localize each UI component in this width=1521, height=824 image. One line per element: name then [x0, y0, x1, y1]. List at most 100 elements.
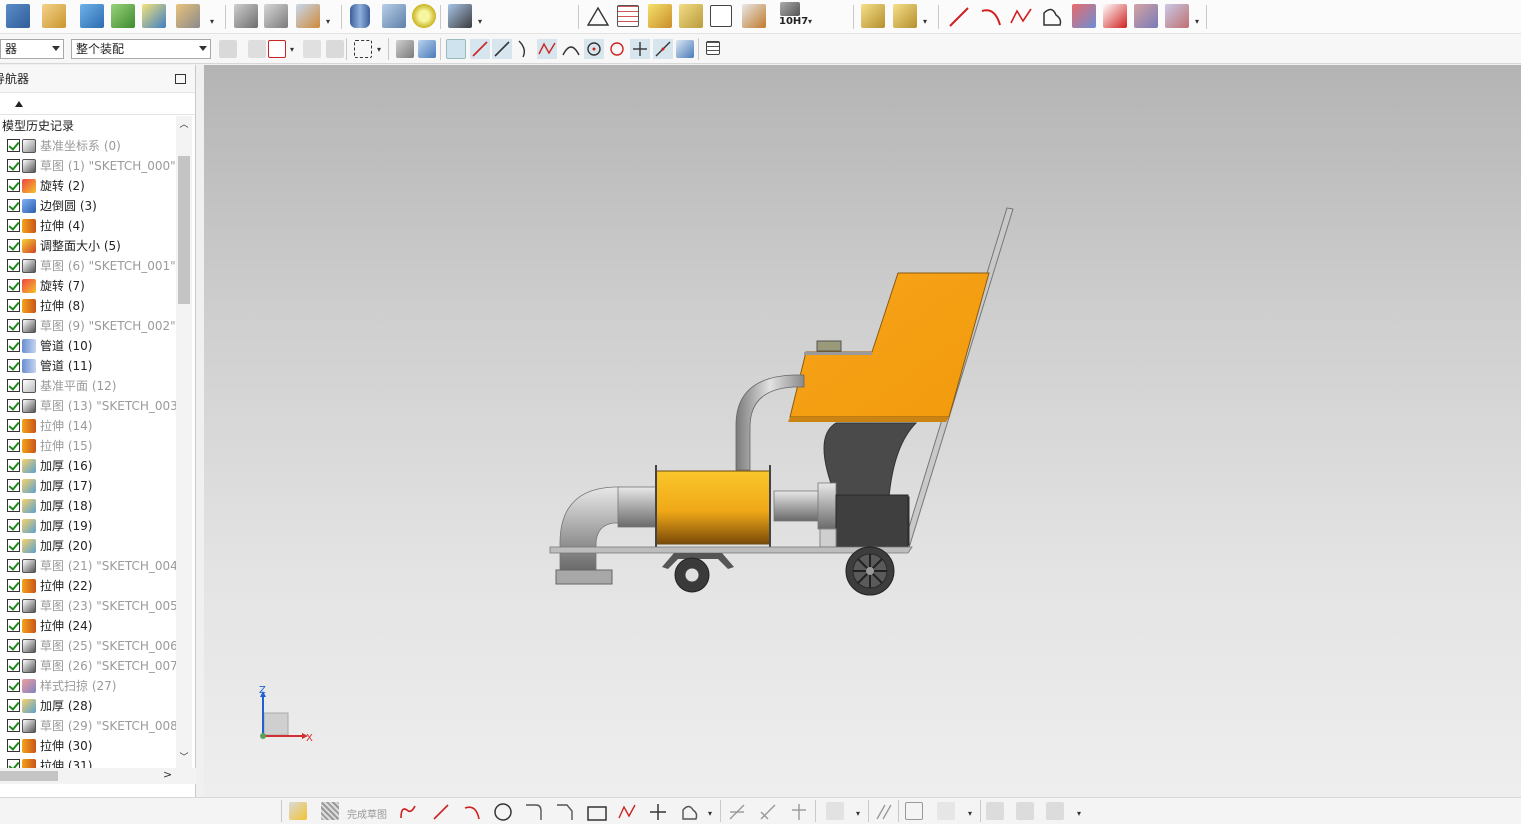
tree-row[interactable]: 拉伸 (15): [0, 436, 176, 456]
type-filter-select[interactable]: 器: [0, 39, 64, 59]
visibility-checkbox[interactable]: [7, 319, 20, 332]
triangle-icon[interactable]: [587, 6, 609, 26]
snap-intersection-icon[interactable]: [561, 39, 581, 59]
sketch-circle-icon[interactable]: [493, 802, 513, 822]
tree-row[interactable]: 调整面大小 (5): [0, 236, 176, 256]
tree-row[interactable]: 草图 (26) "SKETCH_007": [0, 656, 176, 676]
visibility-checkbox[interactable]: [7, 599, 20, 612]
visibility-checkbox[interactable]: [7, 759, 20, 768]
visibility-checkbox[interactable]: [7, 439, 20, 452]
tree-row[interactable]: 加厚 (16): [0, 456, 176, 476]
cube-view-icon[interactable]: [418, 40, 436, 58]
visibility-checkbox[interactable]: [7, 719, 20, 732]
part-family-icon[interactable]: [679, 4, 703, 28]
tree-row[interactable]: 草图 (29) "SKETCH_008": [0, 716, 176, 736]
scrollbar-thumb[interactable]: [178, 156, 190, 304]
visibility-checkbox[interactable]: [7, 199, 20, 212]
finish-sketch-icon[interactable]: [321, 802, 339, 820]
chamfer-icon[interactable]: [555, 802, 575, 822]
sketch-spline-icon[interactable]: [617, 802, 637, 822]
tree-row[interactable]: 草图 (1) "SKETCH_000": [0, 156, 176, 176]
sketch-task-icon[interactable]: [289, 802, 307, 820]
open-folder-icon[interactable]: [42, 4, 66, 28]
tree-row[interactable]: 草图 (21) "SKETCH_004": [0, 556, 176, 576]
filter-settings-icon[interactable]: [219, 40, 237, 58]
visibility-checkbox[interactable]: [7, 279, 20, 292]
quick-trim-icon[interactable]: [727, 802, 747, 822]
point-icon[interactable]: [648, 802, 668, 822]
visibility-checkbox[interactable]: [7, 259, 20, 272]
chevron-down-icon[interactable]: ▾: [1077, 810, 1083, 818]
snap-existing-point-icon[interactable]: [630, 39, 650, 59]
chevron-down-icon[interactable]: ▾: [478, 18, 484, 26]
tree-row[interactable]: 基准平面 (12): [0, 376, 176, 396]
snap-center-icon[interactable]: [584, 39, 604, 59]
spring-icon[interactable]: [382, 4, 406, 28]
scroll-down-icon[interactable]: ﹀: [179, 753, 189, 763]
visibility-checkbox[interactable]: [7, 159, 20, 172]
snap-midpoint-icon[interactable]: [492, 39, 512, 59]
tree-row[interactable]: 草图 (13) "SKETCH_003": [0, 396, 176, 416]
convert-reference-icon[interactable]: [1046, 802, 1064, 820]
tree-row[interactable]: 拉伸 (14): [0, 416, 176, 436]
visibility-checkbox[interactable]: [7, 619, 20, 632]
point-on-curve-icon[interactable]: [303, 40, 321, 58]
line-icon[interactable]: [947, 5, 971, 29]
tree-row[interactable]: 草图 (23) "SKETCH_005": [0, 596, 176, 616]
scroll-up-icon[interactable]: ︿: [179, 120, 189, 130]
profile-icon[interactable]: [398, 802, 418, 822]
snap-point-on-curve-icon[interactable]: [653, 39, 673, 59]
add-component-icon[interactable]: [80, 4, 104, 28]
chevron-down-icon[interactable]: ▾: [290, 46, 296, 54]
visibility-checkbox[interactable]: [7, 679, 20, 692]
visibility-checkbox[interactable]: [7, 499, 20, 512]
wave-link-icon[interactable]: [234, 4, 258, 28]
assembly-navigator-icon[interactable]: [6, 4, 30, 28]
make-corner-icon[interactable]: [789, 802, 809, 822]
visibility-checkbox[interactable]: [7, 239, 20, 252]
visibility-checkbox[interactable]: [7, 379, 20, 392]
replace-component-icon[interactable]: [893, 4, 917, 28]
finish-sketch-label[interactable]: 完成草图: [347, 806, 387, 821]
visibility-checkbox[interactable]: [7, 359, 20, 372]
tree-row[interactable]: 草图 (9) "SKETCH_002": [0, 316, 176, 336]
visibility-checkbox[interactable]: [7, 219, 20, 232]
visibility-checkbox[interactable]: [7, 179, 20, 192]
surface-icon[interactable]: [1072, 4, 1096, 28]
relations-browser-icon[interactable]: [1016, 802, 1034, 820]
visibility-checkbox[interactable]: [7, 339, 20, 352]
polygon-icon[interactable]: [679, 802, 699, 822]
chevron-down-icon[interactable]: ▾: [326, 18, 332, 26]
snap-endpoint-icon[interactable]: [446, 39, 466, 59]
offset-curve-icon[interactable]: [826, 802, 844, 820]
assembly-blocks-icon[interactable]: [861, 4, 885, 28]
tree-row[interactable]: 管道 (10): [0, 336, 176, 356]
curve-icon[interactable]: [1040, 5, 1064, 29]
note-icon[interactable]: [710, 5, 732, 27]
feature-select-icon[interactable]: [326, 40, 344, 58]
rapid-dimension-icon[interactable]: [905, 802, 923, 820]
h-scrollbar-thumb[interactable]: [0, 771, 58, 781]
tree-row[interactable]: 旋转 (7): [0, 276, 176, 296]
chevron-down-icon[interactable]: ▾: [708, 810, 714, 818]
visibility-checkbox[interactable]: [7, 299, 20, 312]
visibility-checkbox[interactable]: [7, 519, 20, 532]
tree-row[interactable]: 加厚 (28): [0, 696, 176, 716]
measure-icon[interactable]: [742, 4, 766, 28]
array-component-icon[interactable]: [296, 4, 320, 28]
visibility-checkbox[interactable]: [7, 559, 20, 572]
graphics-viewport[interactable]: X Z: [204, 65, 1521, 797]
move-component-icon[interactable]: [111, 4, 135, 28]
tree-row[interactable]: 拉伸 (22): [0, 576, 176, 596]
visibility-checkbox[interactable]: [7, 699, 20, 712]
chevron-down-icon[interactable]: ▾: [377, 46, 383, 54]
maximize-icon[interactable]: [175, 74, 186, 84]
visibility-checkbox[interactable]: [7, 739, 20, 752]
sketch-arc-icon[interactable]: [462, 802, 482, 822]
visibility-checkbox[interactable]: [7, 479, 20, 492]
tree-row[interactable]: 边倒圆 (3): [0, 196, 176, 216]
bill-of-materials-icon[interactable]: [176, 4, 200, 28]
tree-row[interactable]: 拉伸 (24): [0, 616, 176, 636]
arc-icon[interactable]: [979, 5, 1003, 29]
trim-surface-icon[interactable]: [1165, 4, 1189, 28]
